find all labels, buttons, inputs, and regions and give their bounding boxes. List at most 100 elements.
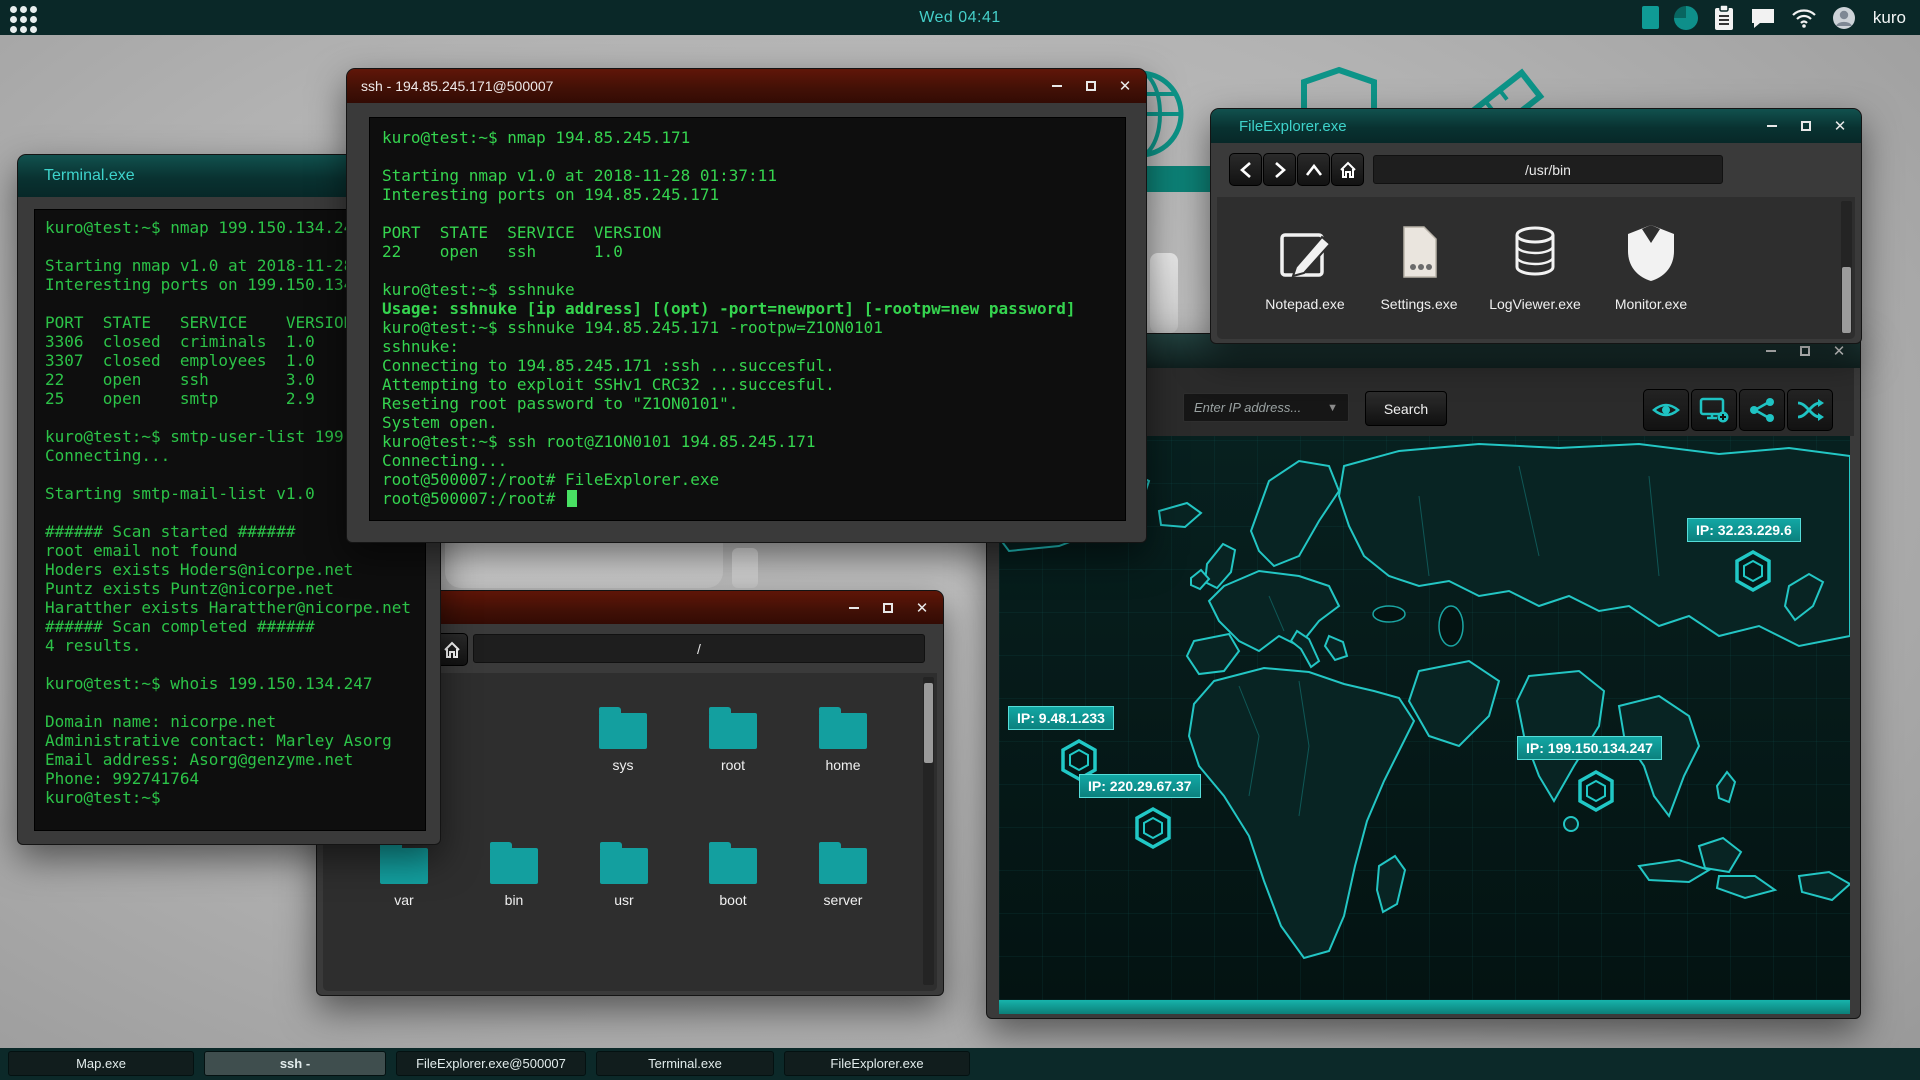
clipboard-icon[interactable] <box>1713 4 1735 31</box>
vertical-scrollbar[interactable] <box>923 677 934 985</box>
file-explorer-title: FileExplorer.exe <box>1239 117 1347 135</box>
clock: Wed 04:41 <box>919 8 1001 26</box>
folder-icon <box>819 842 867 884</box>
vertical-scrollbar[interactable] <box>1841 201 1852 333</box>
taskbar-item-fileexplorer-remote[interactable]: FileExplorer.exe@500007 <box>396 1051 586 1076</box>
background-window-remnant-small <box>732 548 758 588</box>
ssh-usage-line: Usage: sshnuke [ip address] [(opt) -port… <box>382 299 1076 318</box>
close-button[interactable]: ✕ <box>1118 79 1132 94</box>
back-button[interactable] <box>1229 153 1262 186</box>
maximize-button[interactable] <box>1084 79 1098 93</box>
chevron-up-icon <box>1305 163 1322 176</box>
file-item-logviewer[interactable]: LogViewer.exe <box>1477 221 1593 312</box>
share-tool-button[interactable] <box>1739 389 1785 431</box>
chevron-right-icon <box>1274 161 1286 178</box>
memory-status-icon[interactable] <box>1641 6 1659 29</box>
forward-button[interactable] <box>1263 153 1296 186</box>
taskbar-item-map[interactable]: Map.exe <box>8 1051 194 1076</box>
file-item-monitor[interactable]: Monitor.exe <box>1593 221 1709 312</box>
close-button[interactable]: ✕ <box>915 600 929 615</box>
ip-address-dropdown[interactable]: Enter IP address... ▼ <box>1183 393 1349 422</box>
file-explorer-titlebar[interactable]: FileExplorer.exe ✕ <box>1211 109 1861 143</box>
folder-icon <box>490 842 538 884</box>
folder-icon <box>709 707 757 749</box>
folder-sys[interactable]: sys <box>565 703 681 773</box>
close-button[interactable]: ✕ <box>1832 344 1846 359</box>
map-bottom-bar <box>999 1000 1850 1014</box>
ip-label-199-150-134-247[interactable]: IP: 199.150.134.247 <box>1517 736 1662 760</box>
folder-icon <box>819 707 867 749</box>
taskbar-item-terminal[interactable]: Terminal.exe <box>596 1051 774 1076</box>
home-button[interactable] <box>1331 153 1364 186</box>
up-button[interactable] <box>1297 153 1330 186</box>
file-item-settings[interactable]: Settings.exe <box>1361 221 1477 312</box>
notepad-icon <box>1280 233 1332 278</box>
folder-root[interactable]: root <box>675 703 791 773</box>
shuffle-icon <box>1797 399 1824 421</box>
address-bar[interactable]: /usr/bin <box>1373 155 1723 184</box>
minimize-button[interactable] <box>1764 344 1778 358</box>
username-label[interactable]: kuro <box>1873 8 1906 28</box>
minimize-button[interactable] <box>847 601 861 615</box>
ip-label-220-29-67-37[interactable]: IP: 220.29.67.37 <box>1079 774 1201 798</box>
taskbar-item-fileexplorer[interactable]: FileExplorer.exe <box>784 1051 970 1076</box>
file-explorer-toolbar: /usr/bin <box>1211 143 1861 197</box>
search-button[interactable]: Search <box>1365 391 1447 426</box>
background-window-remnant-strip <box>1150 253 1178 333</box>
ssh-titlebar[interactable]: ssh - 194.85.245.171@500007 ✕ <box>347 69 1146 103</box>
folder-icon <box>380 842 428 884</box>
home-icon <box>443 641 460 658</box>
folder-bin[interactable]: bin <box>456 838 572 908</box>
shuffle-tool-button[interactable] <box>1787 389 1833 431</box>
hexagon-node-marker[interactable] <box>1133 806 1173 850</box>
ip-label-9-48-1-233[interactable]: IP: 9.48.1.233 <box>1008 706 1114 730</box>
ssh-text-bottom: kuro@test:~$ sshnuke 194.85.245.171 -roo… <box>382 318 883 489</box>
taskbar: Map.exe ssh - FileExplorer.exe@500007 Te… <box>0 1048 1920 1080</box>
maximize-button[interactable] <box>1798 344 1812 358</box>
wifi-icon[interactable] <box>1791 8 1817 28</box>
chevron-left-icon <box>1239 161 1251 178</box>
terminal-title: Terminal.exe <box>44 167 135 184</box>
folder-server[interactable]: server <box>785 838 901 908</box>
folder-icon <box>600 842 648 884</box>
address-bar[interactable]: / <box>473 634 925 663</box>
share-nodes-icon <box>1750 398 1774 422</box>
folder-boot[interactable]: boot <box>675 838 791 908</box>
ssh-terminal-output[interactable]: kuro@test:~$ nmap 194.85.245.171 Startin… <box>369 117 1126 521</box>
home-icon <box>1339 161 1356 178</box>
remote-desktop-tool-button[interactable] <box>1691 389 1737 431</box>
ssh-window: ssh - 194.85.245.171@500007 ✕ kuro@test:… <box>346 68 1147 543</box>
ssh-title: ssh - 194.85.245.171@500007 <box>361 78 554 94</box>
ssh-text-top: kuro@test:~$ nmap 194.85.245.171 Startin… <box>382 128 777 299</box>
folder-usr[interactable]: usr <box>566 838 682 908</box>
file-explorer-contents: Notepad.exe Settings.exe LogViewer.exe M… <box>1217 197 1855 339</box>
chat-icon[interactable] <box>1750 7 1776 29</box>
ip-label-32-23-229-6[interactable]: IP: 32.23.229.6 <box>1687 518 1801 542</box>
ssh-prompt-line: root@500007:/root# <box>382 489 1113 508</box>
folder-var[interactable]: var <box>346 838 462 908</box>
top-status-bar: Wed 04:41 kuro <box>0 0 1920 35</box>
monitor-plus-icon <box>1699 397 1729 423</box>
hexagon-node-marker[interactable] <box>1576 769 1616 813</box>
file-item-notepad[interactable]: Notepad.exe <box>1247 221 1363 312</box>
desktop: Map.exe ✕ Enter IP address...▼ Search <box>0 0 1920 1080</box>
settings-icon <box>1403 226 1437 278</box>
minimize-button[interactable] <box>1765 119 1779 133</box>
minimize-button[interactable] <box>1050 79 1064 93</box>
hexagon-node-marker[interactable] <box>1733 549 1773 593</box>
user-avatar[interactable] <box>1832 6 1856 30</box>
folder-icon <box>709 842 757 884</box>
maximize-button[interactable] <box>1799 119 1813 133</box>
folder-home[interactable]: home <box>785 703 901 773</box>
maximize-button[interactable] <box>881 601 895 615</box>
eye-tool-button[interactable] <box>1643 389 1689 431</box>
logviewer-icon <box>1515 226 1555 276</box>
monitor-shield-icon <box>1628 225 1674 281</box>
eye-icon <box>1652 403 1680 417</box>
chevron-down-icon: ▼ <box>1327 401 1338 414</box>
taskbar-item-ssh[interactable]: ssh - <box>204 1051 386 1076</box>
file-explorer-window: FileExplorer.exe ✕ /usr/bin Notepad.exe … <box>1210 108 1862 344</box>
disk-usage-icon[interactable] <box>1673 5 1698 30</box>
close-button[interactable]: ✕ <box>1833 119 1847 134</box>
terminal-cursor <box>567 490 578 507</box>
